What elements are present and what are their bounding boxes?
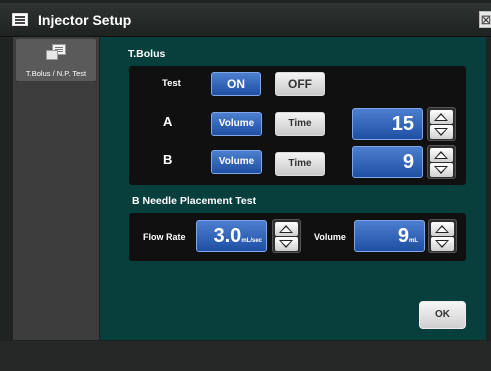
row-b-label: B [163, 152, 173, 167]
flow-rate-value-display[interactable]: 3.0mL/sec [196, 220, 267, 252]
sidebar-item-tbolus-np-test[interactable]: T.Bolus / N.P. Test [16, 39, 96, 81]
chevron-up-icon [435, 225, 449, 233]
chevron-down-icon [435, 240, 449, 248]
test-off-button[interactable]: OFF [275, 72, 325, 96]
np-volume-value-display[interactable]: 9mL [354, 220, 425, 252]
row-a-time-button[interactable]: Time [275, 112, 325, 136]
flow-rate-value: 3.0 [213, 225, 242, 247]
chevron-up-icon [434, 151, 448, 159]
row-a-stepper [427, 107, 456, 141]
row-b-decrement-button[interactable] [430, 163, 453, 177]
np-volume-increment-button[interactable] [431, 222, 454, 236]
row-b-value: 9 [402, 151, 414, 173]
test-label: Test [162, 78, 181, 89]
row-a-decrement-button[interactable] [430, 125, 453, 139]
app-window-icon [12, 13, 28, 26]
chevron-down-icon [434, 166, 448, 174]
row-b-stepper [427, 145, 456, 179]
np-test-section-title: B Needle Placement Test [132, 195, 257, 207]
flow-rate-label: Flow Rate [143, 232, 186, 242]
np-volume-decrement-button[interactable] [431, 237, 454, 251]
np-volume-label: Volume [314, 232, 346, 242]
ok-button[interactable]: OK [419, 301, 466, 329]
row-a-label: A [163, 114, 173, 129]
window-title: Injector Setup [38, 12, 132, 28]
flow-rate-unit: mL/sec [241, 238, 262, 244]
row-a-volume-button[interactable]: Volume [211, 112, 262, 136]
np-volume-value: 9 [397, 225, 409, 247]
np-volume-stepper [428, 219, 457, 253]
close-button[interactable]: ⊠ [479, 11, 491, 28]
sidebar: T.Bolus / N.P. Test [13, 37, 100, 340]
chevron-down-icon [279, 240, 293, 248]
tbolus-section-title: T.Bolus [128, 48, 166, 60]
row-a-value-display[interactable]: 15 [352, 108, 423, 140]
title-bar: Injector Setup ⊠ [0, 3, 491, 37]
document-stack-icon [46, 44, 66, 60]
np-volume-unit: mL [409, 238, 418, 244]
bottom-bar [0, 341, 491, 371]
chevron-up-icon [279, 225, 293, 233]
sidebar-item-label: T.Bolus / N.P. Test [25, 69, 87, 78]
window: Injector Setup ⊠ T.Bolus / N.P. Test T.B… [0, 0, 491, 371]
flow-rate-decrement-button[interactable] [275, 237, 298, 251]
chevron-up-icon [434, 113, 448, 121]
flow-rate-increment-button[interactable] [275, 222, 298, 236]
row-b-time-button[interactable]: Time [275, 152, 325, 176]
test-on-button[interactable]: ON [211, 72, 261, 96]
row-b-value-display[interactable]: 9 [352, 146, 423, 178]
row-a-increment-button[interactable] [430, 110, 453, 124]
row-a-value: 15 [391, 113, 414, 135]
row-b-increment-button[interactable] [430, 148, 453, 162]
row-b-volume-button[interactable]: Volume [211, 150, 262, 174]
chevron-down-icon [434, 128, 448, 136]
flow-rate-stepper [272, 219, 301, 253]
